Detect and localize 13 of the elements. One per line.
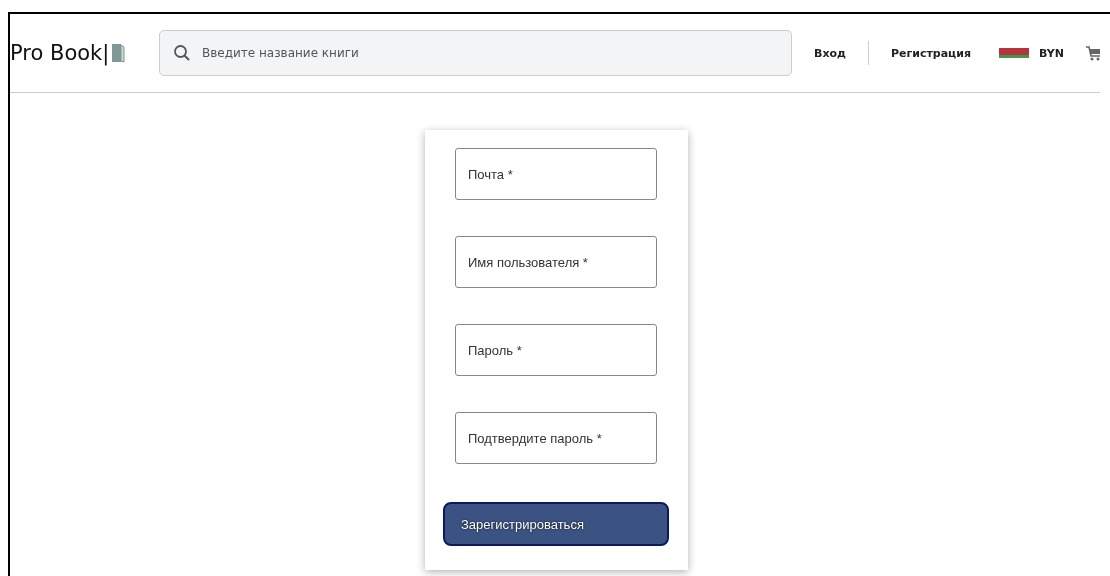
cart-icon[interactable] [1086, 43, 1100, 63]
input-field[interactable]: Пароль * [455, 324, 657, 376]
search-field[interactable]: Введите название книги [159, 30, 792, 76]
input-field[interactable]: Подтвердите пароль * [455, 412, 657, 464]
logo-text[interactable]: Pro Book| [10, 41, 110, 65]
currency-selector[interactable]: BYN [1039, 46, 1064, 60]
nav-link[interactable]: Вход [814, 46, 846, 60]
book-icon [111, 43, 126, 63]
input-field[interactable]: Почта * [455, 148, 657, 200]
nav-link[interactable]: Регистрация [890, 46, 972, 60]
register-button[interactable]: Зарегистрироваться [443, 502, 669, 546]
input-field[interactable]: Имя пользователя * [455, 236, 657, 288]
flag-icon [999, 48, 1030, 58]
